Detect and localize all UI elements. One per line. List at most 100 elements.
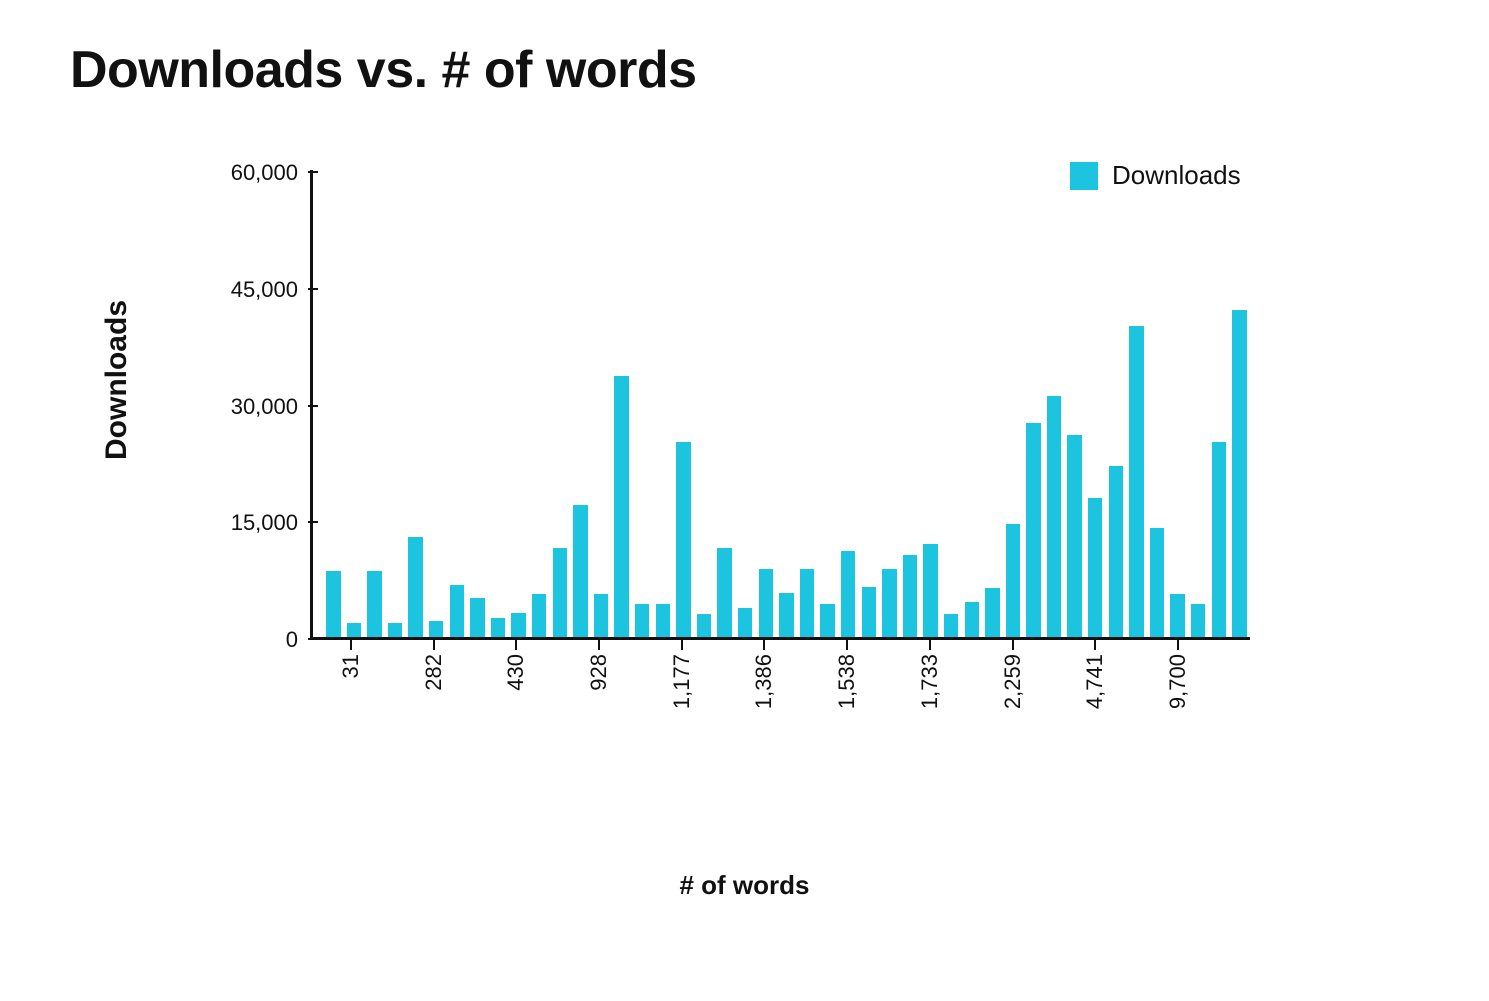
bar-slot [982, 170, 1003, 637]
x-tick-slot [961, 640, 982, 800]
x-tick-slot [878, 640, 899, 800]
x-tick-slot [1106, 640, 1127, 800]
x-tick-label: 1,386 [751, 654, 777, 709]
x-tick-label: 1,177 [669, 654, 695, 709]
x-tick-slot: 1,177 [671, 640, 692, 800]
x-tick-slot [382, 640, 403, 800]
bar-slot [364, 170, 385, 637]
x-tick-mark [598, 640, 600, 650]
bar [635, 604, 649, 637]
bar-slot [405, 170, 426, 637]
x-axis-ticks: 312824309281,1771,3861,5381,7332,2594,74… [310, 640, 1250, 800]
x-tick-slot [713, 640, 734, 800]
bar [717, 548, 731, 638]
x-axis-title: # of words [0, 870, 1489, 901]
bar [1067, 435, 1081, 637]
x-tick-slot [1230, 640, 1251, 800]
x-tick-slot: 31 [341, 640, 362, 800]
bar-slot [488, 170, 509, 637]
x-tick-slot: 2,259 [1002, 640, 1023, 800]
x-tick-slot [630, 640, 651, 800]
bar-slot [941, 170, 962, 637]
x-tick-slot [692, 640, 713, 800]
x-tick-label: 4,741 [1082, 654, 1108, 709]
bar-slot [1209, 170, 1230, 637]
bar-slot [1147, 170, 1168, 637]
x-tick-slot [361, 640, 382, 800]
bar [656, 604, 670, 637]
x-tick-slot: 1,386 [754, 640, 775, 800]
bar-slot [1023, 170, 1044, 637]
bar [1170, 594, 1184, 637]
bar-slot [467, 170, 488, 637]
x-tick-label: 1,538 [834, 654, 860, 709]
x-tick-slot [1044, 640, 1065, 800]
bar-slot [879, 170, 900, 637]
bar-slot [838, 170, 859, 637]
bar-slot [426, 170, 447, 637]
bar [470, 598, 484, 637]
bars-container [313, 170, 1250, 637]
bar [841, 551, 855, 637]
bar-slot [1044, 170, 1065, 637]
bar-slot [653, 170, 674, 637]
bar [388, 623, 402, 637]
bar [697, 614, 711, 637]
bar-slot [858, 170, 879, 637]
x-tick-slot [775, 640, 796, 800]
x-tick-slot [527, 640, 548, 800]
bar [1191, 604, 1205, 637]
y-axis-ticks: 015,00030,00045,00060,000 [200, 170, 310, 640]
bar [779, 593, 793, 637]
bar [573, 505, 587, 637]
bar-slot [694, 170, 715, 637]
x-tick-mark [846, 640, 848, 650]
x-tick-label: 430 [503, 654, 529, 691]
bar-slot [550, 170, 571, 637]
bar [408, 537, 422, 637]
bar-slot [735, 170, 756, 637]
x-tick-slot [940, 640, 961, 800]
x-tick-slot: 4,741 [1085, 640, 1106, 800]
x-tick-mark [1177, 640, 1179, 650]
bar-slot [755, 170, 776, 637]
bar [511, 613, 525, 637]
x-tick-label: 9,700 [1165, 654, 1191, 709]
x-tick-slot [1209, 640, 1230, 800]
bar [800, 569, 814, 637]
chart-container: Downloads vs. # of words Downloads Downl… [0, 0, 1489, 1001]
x-tick-mark [1012, 640, 1014, 650]
bar [1047, 396, 1061, 637]
x-tick-slot [1023, 640, 1044, 800]
x-tick-slot [547, 640, 568, 800]
bar-slot [447, 170, 468, 637]
bar-slot [632, 170, 653, 637]
x-tick-slot [857, 640, 878, 800]
x-tick-slot [609, 640, 630, 800]
bar-slot [591, 170, 612, 637]
bar [985, 588, 999, 637]
bar [944, 614, 958, 637]
x-tick-slot: 9,700 [1168, 640, 1189, 800]
x-tick-slot [1126, 640, 1147, 800]
x-tick-label: 928 [586, 654, 612, 691]
bar [923, 544, 937, 637]
bar-slot [1229, 170, 1250, 637]
bar [1006, 524, 1020, 637]
y-axis-title: Downloads [100, 300, 134, 460]
bar-slot [900, 170, 921, 637]
x-tick-label: 282 [421, 654, 447, 691]
bar-slot [344, 170, 365, 637]
y-tick-label: 45,000 [188, 277, 298, 303]
bar [862, 587, 876, 637]
y-tick-label: 60,000 [188, 160, 298, 186]
bar [903, 555, 917, 637]
bar-slot [797, 170, 818, 637]
bar-slot [1064, 170, 1085, 637]
bar-slot [776, 170, 797, 637]
bar [820, 604, 834, 637]
x-tick-mark [681, 640, 683, 650]
bar-slot [570, 170, 591, 637]
bar [676, 442, 690, 637]
x-tick-slot: 282 [423, 640, 444, 800]
